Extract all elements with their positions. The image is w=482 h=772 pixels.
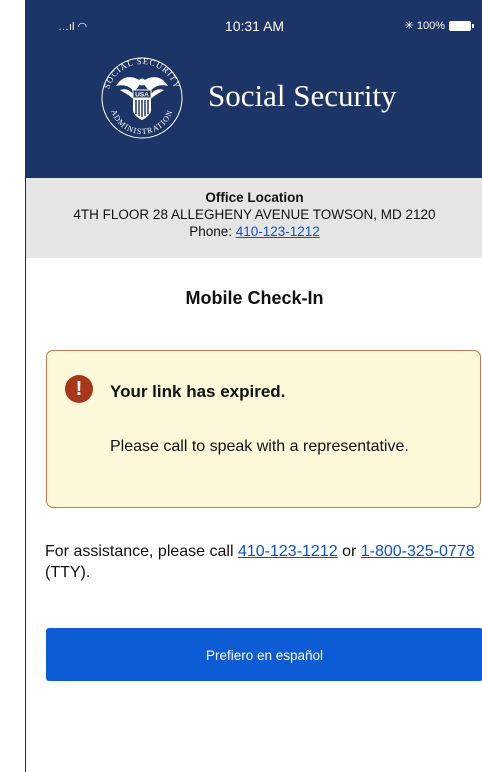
battery-label: ✳ 100% bbox=[404, 20, 445, 32]
assistance-text: For assistance, please call 410-123-1212… bbox=[45, 541, 475, 583]
assistance-suffix: (TTY). bbox=[45, 564, 91, 581]
expired-link-alert: ! Your link has expired. Please call to … bbox=[46, 350, 481, 508]
seal-shield-text: USA bbox=[135, 92, 149, 99]
office-location-panel: Office Location 4TH FLOOR 28 ALLEGHENY A… bbox=[26, 178, 482, 258]
office-phone: Phone: 410-123-1212 bbox=[26, 223, 482, 240]
assistance-phone-link[interactable]: 410-123-1212 bbox=[238, 543, 338, 560]
battery-icon bbox=[449, 20, 474, 31]
app-header: …ıl ◠ 10:31 AM ✳ 100% SOCIAL SECURITY AD… bbox=[26, 0, 482, 178]
alert-body: Please call to speak with a representati… bbox=[110, 438, 409, 455]
ssa-seal-icon: SOCIAL SECURITY ADMINISTRATION USA bbox=[101, 56, 183, 139]
phone-screen: …ıl ◠ 10:31 AM ✳ 100% SOCIAL SECURITY AD… bbox=[25, 0, 482, 772]
alert-title: Your link has expired. bbox=[110, 382, 286, 401]
assistance-middle: or bbox=[337, 543, 361, 560]
battery-status: ✳ 100% bbox=[404, 19, 474, 32]
warning-icon: ! bbox=[65, 375, 93, 403]
office-heading: Office Location bbox=[205, 190, 304, 205]
office-phone-label: Phone: bbox=[189, 224, 236, 239]
assistance-prefix: For assistance, please call bbox=[45, 543, 238, 560]
ssa-seal-logo: SOCIAL SECURITY ADMINISTRATION USA bbox=[98, 52, 186, 140]
office-address: 4TH FLOOR 28 ALLEGHENY AVENUE TOWSON, MD… bbox=[73, 207, 436, 222]
status-bar: …ıl ◠ 10:31 AM ✳ 100% bbox=[26, 0, 482, 40]
tty-phone-link[interactable]: 1-800-325-0778 bbox=[361, 543, 475, 560]
spanish-language-button[interactable]: Prefiero en español bbox=[46, 628, 482, 681]
page-title: Mobile Check-In bbox=[185, 288, 324, 308]
office-phone-link[interactable]: 410-123-1212 bbox=[236, 224, 320, 239]
brand-title: Social Security bbox=[208, 78, 397, 113]
